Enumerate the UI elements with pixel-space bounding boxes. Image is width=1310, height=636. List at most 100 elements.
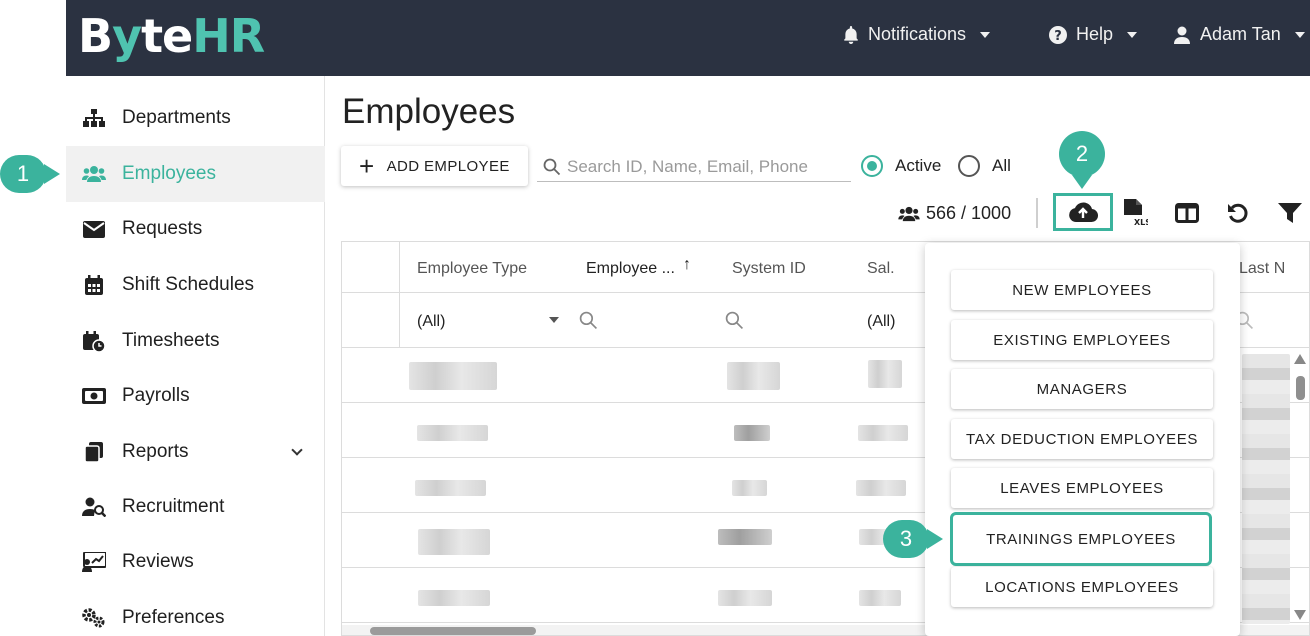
sidebar-item-label: Reports [122,441,189,462]
sitemap-icon [82,106,106,130]
vertical-scrollbar[interactable] [1293,354,1307,620]
bytehr-logo[interactable]: ByteHR [78,9,265,63]
import-trainings-employees-button[interactable]: TRAININGS EMPLOYEES [950,512,1212,566]
undo-icon [1228,203,1248,223]
import-locations-employees-button[interactable]: LOCATIONS EMPLOYEES [951,567,1213,607]
copy-icon [82,440,106,464]
sort-ascending-icon[interactable]: ↑ [683,256,691,274]
columns-icon [1175,203,1199,223]
redacted-cell [732,480,767,496]
filter-icon [1278,203,1302,223]
column-header-last-name[interactable]: Last N [1239,260,1285,278]
add-employee-label: ADD EMPLOYEE [386,157,510,175]
sidebar-item-label: Employees [122,163,216,184]
radio-all[interactable]: All [958,155,1011,177]
sidebar-item-label: Timesheets [122,330,220,351]
file-xls-icon: XLS [1124,199,1148,227]
redacted-cell [718,590,772,606]
import-button[interactable] [1053,193,1113,231]
users-icon [82,162,106,186]
sidebar-item-payrolls[interactable]: Payrolls [66,368,325,424]
search-input[interactable] [567,156,847,177]
sidebar-item-label: Reviews [122,551,194,572]
redacted-column [1242,354,1290,624]
chevron-down-icon[interactable] [291,444,303,456]
import-tax-deduction-employees-button[interactable]: TAX DEDUCTION EMPLOYEES [951,419,1213,459]
export-xls-button[interactable]: XLS [1118,196,1152,230]
user-name: Adam Tan [1200,24,1281,44]
logo-letter-b: B [78,9,113,63]
notifications-menu[interactable]: Notifications [842,24,991,45]
employee-type-filter-select[interactable]: (All) [417,313,445,331]
search-icon[interactable] [725,311,744,330]
callout-pointer [44,164,60,184]
chart-board-icon [82,550,106,574]
sidebar-item-reviews[interactable]: Reviews [66,534,325,590]
search-field[interactable] [537,152,851,182]
import-existing-employees-button[interactable]: EXISTING EMPLOYEES [951,320,1213,360]
redacted-cell [859,590,901,606]
column-header-employee-name[interactable]: Employee ... [586,260,675,278]
help-menu[interactable]: ? Help [1048,24,1138,45]
sidebar-item-label: Shift Schedules [122,274,255,295]
filter-button[interactable] [1273,196,1307,230]
sidebar-item-label: Departments [122,107,231,128]
sidebar-item-shift-schedules[interactable]: Shift Schedules [66,257,325,313]
sidebar-item-reports[interactable]: Reports [66,424,325,480]
radio-button[interactable] [958,155,980,177]
redacted-cell [858,425,908,441]
import-dropdown-menu: NEW EMPLOYEES EXISTING EMPLOYEES MANAGER… [925,243,1240,636]
reset-button[interactable] [1221,196,1255,230]
page-title: Employees [342,92,516,131]
user-menu[interactable]: Adam Tan [1172,24,1305,45]
caret-down-icon [1127,31,1138,38]
redacted-cell [415,480,486,496]
import-leaves-employees-button[interactable]: LEAVES EMPLOYEES [951,468,1213,508]
callout-pointer [927,529,943,549]
radio-all-label: All [992,156,1011,175]
search-icon[interactable] [579,311,598,330]
import-new-employees-button[interactable]: NEW EMPLOYEES [951,270,1213,310]
caret-down-icon[interactable] [549,317,559,323]
sidebar-item-preferences[interactable]: Preferences [66,590,325,636]
notifications-label: Notifications [868,24,967,44]
logo-letter-y: y [112,9,142,63]
horizontal-scroll-thumb[interactable] [370,627,536,635]
redacted-cell [718,529,772,545]
cloud-upload-icon [1069,202,1098,223]
column-header-salary[interactable]: Sal. [867,260,895,278]
redacted-cell [417,425,488,441]
columns-button[interactable] [1170,196,1204,230]
column-header-employee-type[interactable]: Employee Type [417,260,527,278]
sidebar-item-timesheets[interactable]: Timesheets [66,313,325,369]
money-icon [82,384,106,408]
column-header-system-id[interactable]: System ID [732,260,806,278]
sidebar-item-employees[interactable]: Employees [66,146,325,202]
add-employee-button[interactable]: + ADD EMPLOYEE [341,146,528,186]
radio-active[interactable]: Active [861,155,941,177]
annotation-gutter [0,0,66,636]
employee-count: 566 / 1000 [898,203,1011,224]
sidebar-item-requests[interactable]: Requests [66,201,325,257]
radio-button-selected[interactable] [861,155,883,177]
sidebar-item-recruitment[interactable]: Recruitment [66,479,325,535]
users-icon [898,206,920,221]
redacted-cell [409,362,497,390]
vertical-scroll-thumb[interactable] [1296,376,1305,400]
scroll-up-icon[interactable] [1294,354,1306,364]
gears-icon [82,606,106,630]
toolbar-divider [1036,198,1038,228]
radio-active-label: Active [895,156,942,175]
salary-filter-select[interactable]: (All) [867,313,895,331]
scroll-down-icon[interactable] [1294,610,1306,620]
redacted-cell [868,360,902,388]
sidebar-item-departments[interactable]: Departments [66,90,325,146]
question-circle-icon: ? [1049,25,1067,44]
import-managers-button[interactable]: MANAGERS [951,369,1213,409]
calendar-clock-icon [82,329,106,353]
sidebar-item-label: Requests [122,218,203,239]
callout-number: 2 [1075,141,1089,166]
redacted-cell [734,425,770,441]
plus-icon: + [359,151,375,181]
app-window: ByteHR Notifications ? Help Adam Tan Dep… [0,0,1310,636]
